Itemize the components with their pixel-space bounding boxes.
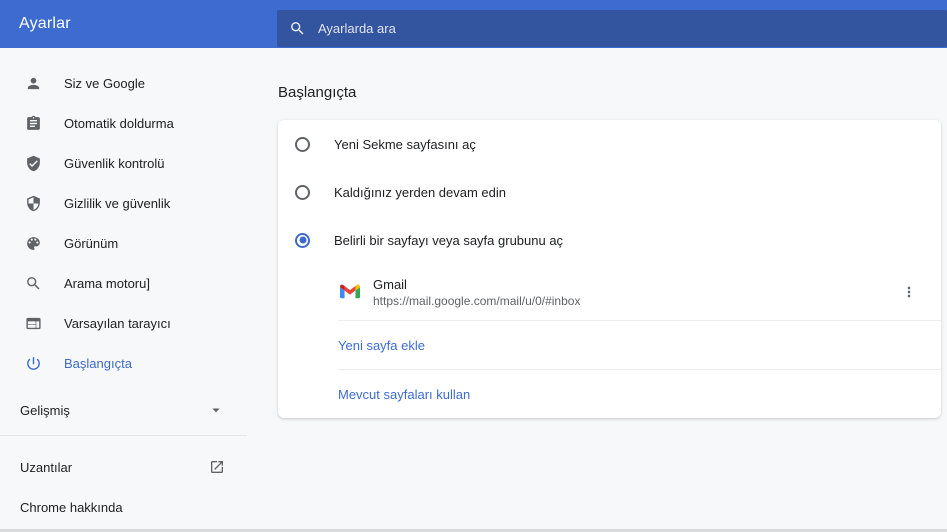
sidebar-item-siz-ve-google[interactable]: Siz ve Google [0,63,247,103]
settings-search-box[interactable] [277,10,947,47]
sidebar-item-label: Arama motoru] [64,276,150,291]
gmail-icon [340,282,360,302]
option-label: Yeni Sekme sayfasını aç [334,137,476,152]
person-icon [24,74,42,92]
sidebar-item-label: Güvenlik kontrolü [64,156,164,171]
sidebar-item-chrome-hakkinda[interactable]: Chrome hakkında [0,487,247,527]
add-new-page-label: Yeni sayfa ekle [338,338,425,353]
sidebar-advanced-toggle[interactable]: Gelişmiş [0,390,247,430]
radio-unselected-icon[interactable] [295,185,310,200]
privacy-shield-icon [24,194,42,212]
option-label: Belirli bir sayfayı veya sayfa grubunu a… [334,233,563,248]
sidebar-item-label: Görünüm [64,236,118,251]
sidebar-item-label: Varsayılan tarayıcı [64,316,171,331]
sidebar-item-label: Başlangıçta [64,356,132,371]
search-engine-icon [24,274,42,292]
sidebar-item-label: Siz ve Google [64,76,145,91]
use-current-pages-label: Mevcut sayfaları kullan [338,387,470,402]
sidebar-item-uzantilar[interactable]: Uzantılar [0,447,247,487]
more-actions-button[interactable] [895,278,923,306]
settings-sidebar: Siz ve Google Otomatik doldurma Güvenlik… [0,48,247,532]
startup-page-row: Gmail https://mail.google.com/mail/u/0/#… [278,264,941,320]
extensions-label: Uzantılar [20,460,72,475]
page-title: Ayarlar [0,15,71,33]
open-in-new-icon [209,459,225,475]
browser-window-icon [24,314,42,332]
option-label: Kaldığınız yerden devam edin [334,185,506,200]
advanced-label: Gelişmiş [20,403,70,418]
chevron-down-icon [207,401,225,419]
radio-unselected-icon[interactable] [295,137,310,152]
startup-page-title: Gmail [373,276,895,293]
more-vert-icon [901,284,917,300]
radio-selected-icon[interactable] [295,233,310,248]
on-startup-card: Yeni Sekme sayfasını aç Kaldığınız yerde… [278,120,941,418]
safety-check-icon [24,154,42,172]
sidebar-item-gizlilik-ve-guvenlik[interactable]: Gizlilik ve güvenlik [0,183,247,223]
startup-page-info: Gmail https://mail.google.com/mail/u/0/#… [373,276,895,309]
sidebar-item-otomatik-doldurma[interactable]: Otomatik doldurma [0,103,247,143]
startup-page-url: https://mail.google.com/mail/u/0/#inbox [373,293,895,309]
add-new-page-button[interactable]: Yeni sayfa ekle [278,321,941,369]
option-open-specific-pages[interactable]: Belirli bir sayfayı veya sayfa grubunu a… [278,216,941,264]
palette-icon [24,234,42,252]
option-continue-where-left-off[interactable]: Kaldığınız yerden devam edin [278,168,941,216]
sidebar-item-varsayilan-tarayici[interactable]: Varsayılan tarayıcı [0,303,247,343]
sidebar-item-label: Gizlilik ve güvenlik [64,196,170,211]
sidebar-item-arama-motoru[interactable]: Arama motoru] [0,263,247,303]
settings-header: Ayarlar [0,0,947,48]
sidebar-item-guvenlik-kontrolu[interactable]: Güvenlik kontrolü [0,143,247,183]
option-open-new-tab[interactable]: Yeni Sekme sayfasını aç [278,120,941,168]
section-title: Başlangıçta [278,83,941,103]
autofill-icon [24,114,42,132]
use-current-pages-button[interactable]: Mevcut sayfaları kullan [278,370,941,418]
about-chrome-label: Chrome hakkında [20,500,123,515]
sidebar-item-gorunum[interactable]: Görünüm [0,223,247,263]
sidebar-divider [0,435,247,436]
sidebar-item-label: Otomatik doldurma [64,116,174,131]
search-icon [289,20,306,37]
search-input[interactable] [318,21,947,36]
settings-content: Başlangıçta Yeni Sekme sayfasını aç Kald… [247,48,947,532]
power-icon [24,354,42,372]
sidebar-item-baslangicta[interactable]: Başlangıçta [0,343,247,383]
